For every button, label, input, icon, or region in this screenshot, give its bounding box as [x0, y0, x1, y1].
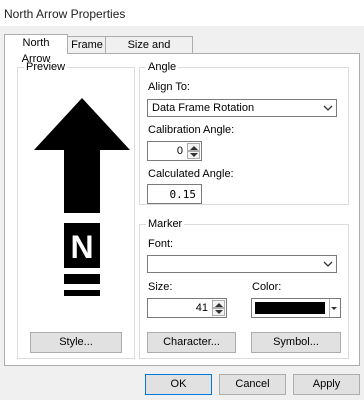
- tab-size-and-position[interactable]: Size and Position: [105, 36, 193, 67]
- size-spinner[interactable]: 41: [147, 298, 227, 318]
- ok-button[interactable]: OK: [145, 374, 212, 395]
- calculated-angle-field: 0.15: [147, 184, 202, 204]
- character-button[interactable]: Character...: [147, 332, 236, 353]
- spin-up-button[interactable]: [212, 300, 225, 308]
- calibration-angle-label: Calibration Angle:: [148, 124, 235, 136]
- north-arrow-preview: N: [32, 88, 132, 298]
- angle-group: Angle Align To: Data Frame Rotation Cali…: [139, 61, 349, 205]
- chevron-down-icon: [323, 261, 333, 267]
- preview-group: Preview N Style...: [17, 61, 135, 359]
- color-swatch: [255, 302, 325, 314]
- tab-north-arrow[interactable]: North Arrow: [4, 34, 68, 65]
- align-to-value: Data Frame Rotation: [152, 102, 255, 114]
- triangle-down-icon: [331, 307, 337, 310]
- align-to-select[interactable]: Data Frame Rotation: [147, 99, 337, 117]
- apply-button[interactable]: Apply: [293, 374, 360, 395]
- marker-group-label: Marker: [146, 218, 185, 230]
- tab-panel: Preview N Style... Angle Align To: Data …: [4, 53, 360, 366]
- title-bar: North Arrow Properties: [0, 0, 364, 26]
- chevron-down-icon: [323, 105, 333, 111]
- align-to-label: Align To:: [148, 81, 190, 93]
- calculated-angle-value: 0.15: [169, 188, 197, 201]
- color-label: Color:: [252, 281, 282, 293]
- spin-up-button[interactable]: [187, 143, 200, 151]
- calibration-angle-spinner[interactable]: 0: [147, 141, 202, 161]
- size-label: Size:: [148, 281, 173, 293]
- north-arrow-icon: N: [34, 98, 130, 296]
- marker-group: Marker Font: Size: 41 Color: Character..…: [139, 218, 349, 359]
- font-label: Font:: [148, 238, 174, 250]
- font-select[interactable]: [147, 255, 337, 273]
- angle-group-label: Angle: [146, 61, 179, 73]
- triangle-down-icon: [215, 310, 223, 314]
- calculated-angle-label: Calculated Angle:: [148, 168, 234, 180]
- window-title: North Arrow Properties: [4, 7, 126, 21]
- triangle-up-icon: [215, 303, 223, 307]
- calibration-angle-value: 0: [176, 145, 183, 157]
- cancel-button[interactable]: Cancel: [219, 374, 286, 395]
- north-letter: N: [70, 229, 93, 265]
- symbol-button[interactable]: Symbol...: [251, 332, 341, 353]
- color-picker[interactable]: [251, 298, 341, 318]
- tab-frame[interactable]: Frame: [66, 36, 108, 53]
- style-button[interactable]: Style...: [30, 332, 122, 353]
- spin-down-button[interactable]: [212, 308, 225, 316]
- spin-down-button[interactable]: [187, 151, 200, 159]
- size-value: 41: [195, 302, 208, 314]
- triangle-down-icon: [190, 153, 198, 157]
- triangle-up-icon: [190, 146, 198, 150]
